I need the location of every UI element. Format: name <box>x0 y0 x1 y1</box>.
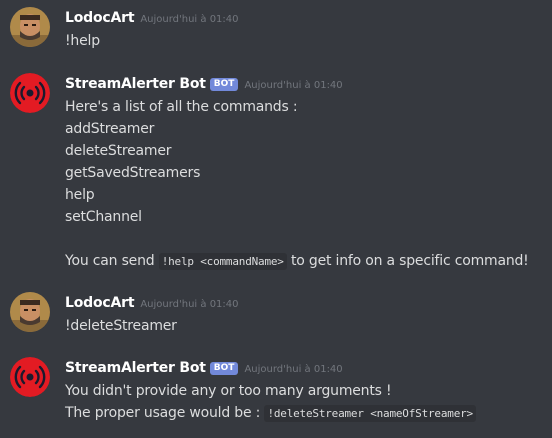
message-content: Here's a list of all the commands : addS… <box>65 96 529 272</box>
user-portrait-icon <box>10 7 50 47</box>
timestamp: Aujourd'hui à 01:40 <box>140 299 239 310</box>
inline-code: !help <commandName> <box>158 253 287 270</box>
message-content: You didn't provide any or too many argum… <box>65 380 476 424</box>
user-portrait-icon <box>10 292 50 332</box>
avatar[interactable] <box>10 357 50 397</box>
message-content: !deleteStreamer <box>65 315 177 337</box>
message-line: Here's a list of all the commands : <box>65 99 298 115</box>
message-line: !help <box>65 33 100 49</box>
username[interactable]: LodocArt <box>65 295 135 311</box>
message-header: StreamAlerter Bot BOT Aujourd'hui à 01:40 <box>65 73 343 93</box>
avatar[interactable] <box>10 7 50 47</box>
username[interactable]: LodocArt <box>65 10 135 26</box>
message-line: help <box>65 187 95 203</box>
message-line: !deleteStreamer <box>65 318 177 334</box>
message-line: You can send !help <commandName> to get … <box>65 250 529 272</box>
text-segment: You can send <box>65 253 159 269</box>
text-segment: The proper usage would be : <box>65 405 265 421</box>
username[interactable]: StreamAlerter Bot <box>65 360 206 376</box>
message-header: LodocArt Aujourd'hui à 01:40 <box>65 292 239 312</box>
message-line: getSavedStreamers <box>65 165 201 181</box>
message-line: deleteStreamer <box>65 143 172 159</box>
message-header: LodocArt Aujourd'hui à 01:40 <box>65 7 239 27</box>
message-header: StreamAlerter Bot BOT Aujourd'hui à 01:40 <box>65 357 343 377</box>
message-content: !help <box>65 30 100 52</box>
message-line: setChannel <box>65 209 142 225</box>
timestamp: Aujourd'hui à 01:40 <box>244 364 343 375</box>
message-line: addStreamer <box>65 121 155 137</box>
text-segment: to get info on a specific command! <box>286 253 529 269</box>
avatar[interactable] <box>10 292 50 332</box>
message-line: You didn't provide any or too many argum… <box>65 383 392 399</box>
timestamp: Aujourd'hui à 01:40 <box>244 80 343 91</box>
message-line: The proper usage would be : !deleteStrea… <box>65 402 476 424</box>
bot-tag: BOT <box>209 362 239 375</box>
broadcast-icon <box>10 357 50 397</box>
broadcast-icon <box>10 73 50 113</box>
bot-tag: BOT <box>209 78 239 91</box>
username[interactable]: StreamAlerter Bot <box>65 76 206 92</box>
timestamp: Aujourd'hui à 01:40 <box>140 14 239 25</box>
avatar[interactable] <box>10 73 50 113</box>
inline-code: !deleteStreamer <nameOfStreamer> <box>264 405 476 422</box>
